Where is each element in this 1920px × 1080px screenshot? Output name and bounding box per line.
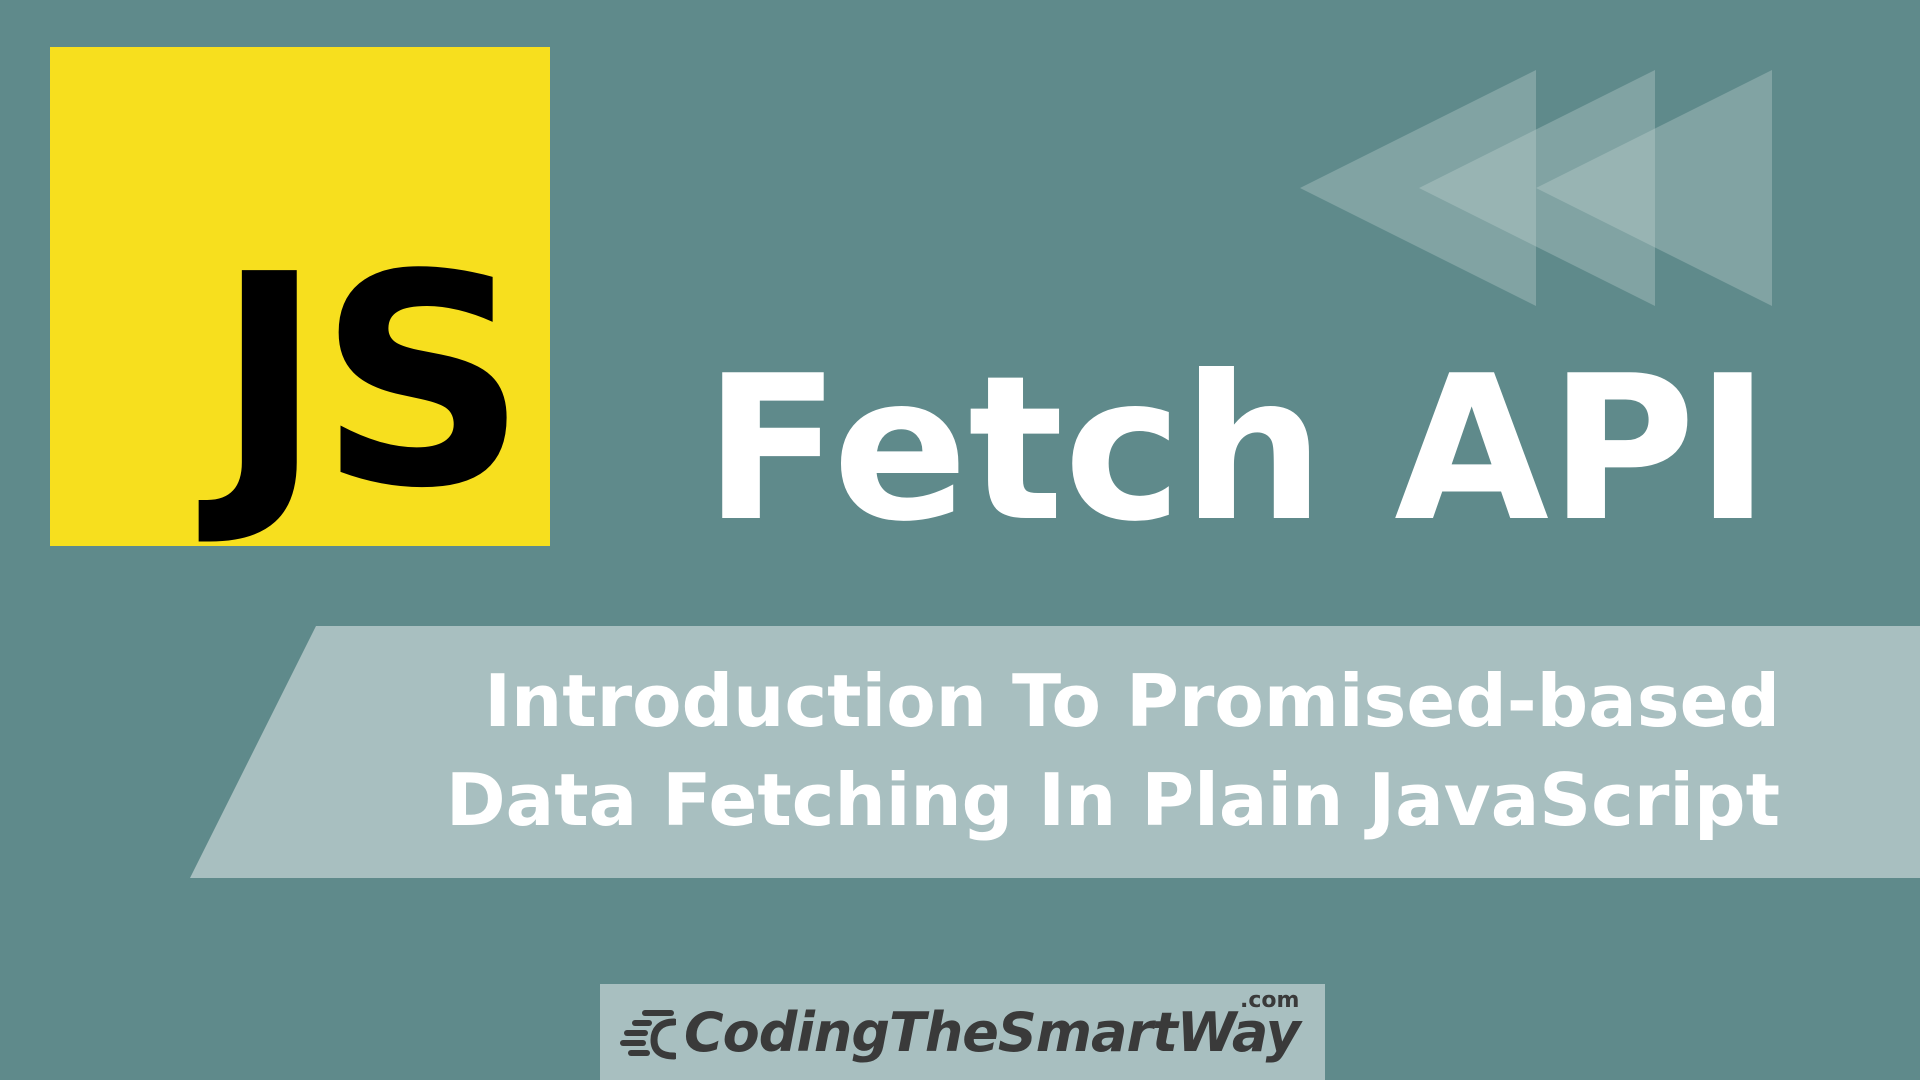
brand-badge: CodingTheSmartWay .com bbox=[600, 984, 1325, 1080]
brand-suffix: .com bbox=[1240, 988, 1300, 1013]
rewind-icon bbox=[1300, 70, 1772, 306]
brand-name: CodingTheSmartWay bbox=[684, 1001, 1301, 1064]
page-title: Fetch API bbox=[703, 333, 1770, 566]
js-logo: JS bbox=[50, 47, 550, 546]
js-logo-text: JS bbox=[215, 212, 528, 552]
subtitle: Introduction To Promised-based Data Fetc… bbox=[446, 652, 1780, 850]
subtitle-line-2: Data Fetching In Plain JavaScript bbox=[445, 758, 1780, 842]
speed-lines-icon bbox=[620, 1010, 676, 1060]
subtitle-line-1: Introduction To Promised-based bbox=[484, 659, 1780, 743]
